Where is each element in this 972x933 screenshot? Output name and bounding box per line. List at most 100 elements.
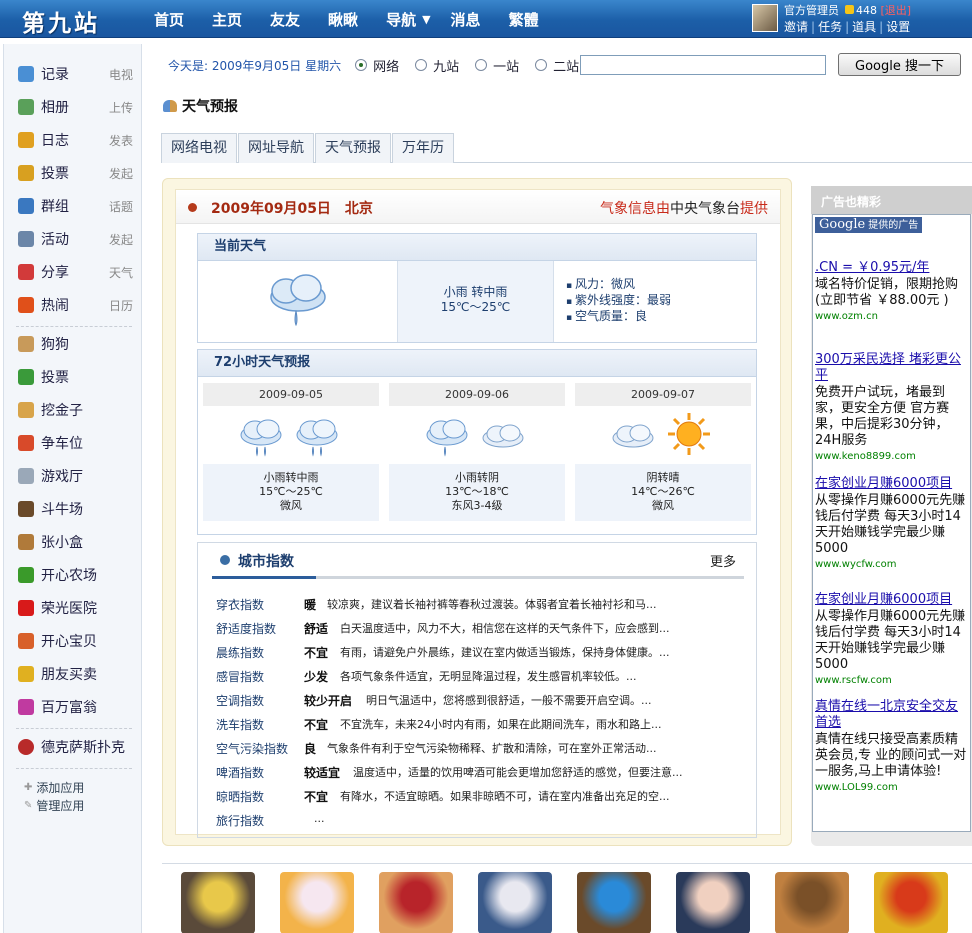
sidebar-item-action[interactable]: 上传 [109,99,133,116]
box-character-game-icon[interactable] [775,872,849,933]
sidebar-item[interactable]: 相册 上传 [18,96,133,118]
chevron-down-icon[interactable]: ▼ [422,13,430,26]
sidebar-item[interactable]: 百万富翁 [18,696,133,718]
index-name[interactable]: 穿衣指数 [216,596,264,613]
sidebar-item-label: 相册 [41,100,69,116]
nav-messages[interactable]: 消息 [437,9,495,30]
more-link[interactable]: 更多 [710,551,736,570]
search-input[interactable] [580,55,826,75]
ad-title-link[interactable]: 真情在线一北京安全交友首选 [815,699,970,731]
sidebar-item-label: 投票 [41,166,69,182]
settings-link[interactable]: 设置 [886,20,910,34]
sidebar-item-poker[interactable]: 德克萨斯扑克 [18,736,133,758]
ad-url[interactable]: www.wycfw.com [815,558,970,572]
nav-homepage[interactable]: 主页 [198,9,256,30]
nurse-game-icon[interactable] [676,872,750,933]
index-description: 有降水，不适宜晾晒。如果非晾晒不可，请在室内准备出充足的空... [340,790,670,803]
nav-browse[interactable]: 瞅瞅 [314,9,372,30]
sidebar-item-action[interactable]: 发起 [109,165,133,182]
old-man-game-icon[interactable] [379,872,453,933]
index-name[interactable]: 啤酒指数 [216,764,264,781]
invite-link[interactable]: 邀请 [784,20,808,34]
index-description: 较凉爽，建议着长袖衬裤等春秋过渡装。体弱者宜着长袖衬衫和马... [327,598,657,611]
sidebar-item-action[interactable]: 日历 [109,297,133,314]
ad-title-link[interactable]: 300万采民选择 堵彩更公平 [815,352,970,384]
sidebar-item[interactable]: 游戏厅 [18,465,133,487]
add-app-link[interactable]: ✚ 添加应用 [24,779,84,796]
index-name[interactable]: 晨练指数 [216,644,264,661]
tasks-link[interactable]: 任务 [818,20,842,34]
sidebar-item[interactable]: 群组 话题 [18,195,133,217]
index-name[interactable]: 洗车指数 [216,716,264,733]
tab-calendar[interactable]: 万年历 [392,133,454,163]
sidebar-item[interactable]: 记录 电视 [18,63,133,85]
ad-title-link[interactable]: 在家创业月赚6000项目 [815,476,970,492]
ad-url[interactable]: www.rscfw.com [815,674,970,688]
site-logo[interactable]: 第九站 [22,4,100,38]
cloud-icon [482,424,524,448]
sidebar-item-action[interactable]: 发表 [109,132,133,149]
ad-title-link[interactable]: .CN = ￥0.95元/年 [815,260,970,276]
radio-site9[interactable] [415,59,428,71]
sidebar-item[interactable]: 投票 发起 [18,162,133,184]
sidebar-item-action[interactable]: 话题 [109,198,133,215]
index-name[interactable]: 旅行指数 [216,812,264,829]
sidebar-item[interactable]: 开心宝贝 [18,630,133,652]
tab-tv[interactable]: 网络电视 [161,133,237,163]
nav-friends[interactable]: 友友 [256,9,314,30]
radio-site2[interactable] [535,59,548,71]
manage-apps-link[interactable]: ✎ 管理应用 [24,797,84,814]
items-link[interactable]: 道具 [852,20,876,34]
sidebar-item-action[interactable]: 发起 [109,231,133,248]
poker-cards-game-icon[interactable] [478,872,552,933]
sidebar-item[interactable]: 开心农场 [18,564,133,586]
sidebar-item[interactable]: 活动 发起 [18,228,133,250]
sidebar-item[interactable]: 日志 发表 [18,129,133,151]
radio-site1[interactable] [475,59,488,71]
city-index-row: 空气污染指数 良气象条件有利于空气污染物稀释、扩散和清除，可在室外正常活动... [216,736,746,760]
sidebar-item[interactable]: 投票 [18,366,133,388]
ad-url[interactable]: www.ozm.cn [815,310,970,324]
five-game-icon[interactable] [577,872,651,933]
radio-label: 网络 [373,59,400,75]
user-info-line: 官方管理员 448 [退出] [784,2,911,18]
index-description: 明日气温适中，您将感到很舒适，一般不需要开启空调。... [366,694,652,707]
wrench-icon: ✎ [24,800,33,811]
sidebar-item[interactable]: 张小盒 [18,531,133,553]
ad-url[interactable]: www.LOL99.com [815,781,970,795]
index-name[interactable]: 空气污染指数 [216,740,288,757]
tab-weather[interactable]: 天气预报 [315,133,391,163]
ad-title-link[interactable]: 在家创业月赚6000项目 [815,592,970,608]
index-name[interactable]: 舒适度指数 [216,620,276,637]
tab-nav[interactable]: 网址导航 [238,133,314,163]
sidebar-item-action[interactable]: 电视 [109,66,133,83]
wind-level: 风力：微风 [566,277,671,293]
google-search-button[interactable]: Google 搜一下 [838,53,961,76]
index-name[interactable]: 感冒指数 [216,668,264,685]
sidebar-item[interactable]: 分享 天气 [18,261,133,283]
sidebar-item[interactable]: 斗牛场 [18,498,133,520]
user-name[interactable]: 官方管理员 [784,4,839,17]
sidebar-item[interactable]: 荣光医院 [18,597,133,619]
logout-link[interactable]: [退出] [881,4,912,17]
ad-body: 从零操作月赚6000元先赚钱后付学费 每天3小时14天开始赚钱学完最少赚5000 [815,609,966,672]
radio-web[interactable] [355,59,368,71]
millionaire-game-icon[interactable] [874,872,948,933]
ad-url[interactable]: www.keno8899.com [815,450,970,464]
sidebar-item-action[interactable]: 天气 [109,264,133,281]
index-name[interactable]: 晾晒指数 [216,788,264,805]
sidebar-item[interactable]: 热闹 日历 [18,294,133,316]
bunny-game-icon[interactable] [280,872,354,933]
ad-body: 真情在线只接受高素质精英会员,专 业的顾问式一对一服务,马上申请体验! [815,732,967,779]
index-name[interactable]: 空调指数 [216,692,264,709]
sidebar-item[interactable]: 朋友买卖 [18,663,133,685]
forecast-info: 小雨转阴 13℃～18℃ 东风3-4级 [389,464,565,521]
sidebar-item[interactable]: 狗狗 [18,333,133,355]
sidebar-item[interactable]: 争车位 [18,432,133,454]
nav-traditional[interactable]: 繁體 [495,9,553,30]
nav-home[interactable]: 首页 [140,9,198,30]
husky-dog-game-icon[interactable] [181,872,255,933]
sidebar-item[interactable]: 挖金子 [18,399,133,421]
sidebar-item-label: 日志 [41,133,69,149]
avatar[interactable] [752,4,778,32]
